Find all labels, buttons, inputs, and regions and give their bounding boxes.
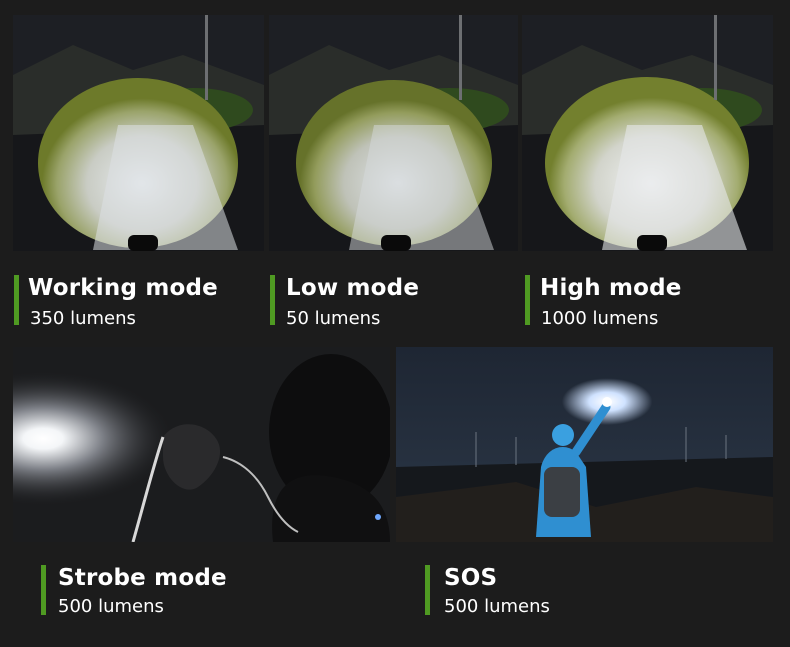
strobe-mode-caption: Strobe mode 500 lumens <box>41 565 301 617</box>
working-mode-caption: Working mode 350 lumens <box>14 275 254 329</box>
mode-lumens: 350 lumens <box>30 308 136 329</box>
sos-caption: SOS 500 lumens <box>425 565 685 617</box>
accent-bar <box>425 565 430 615</box>
mode-lumens: 50 lumens <box>286 308 381 329</box>
strobe-mode-photo <box>13 347 390 542</box>
mode-title: Strobe mode <box>58 565 227 591</box>
mode-lumens: 1000 lumens <box>541 308 659 329</box>
low-mode-photo <box>269 15 518 251</box>
mode-title: Working mode <box>28 275 218 301</box>
accent-bar <box>14 275 19 325</box>
low-mode-caption: Low mode 50 lumens <box>270 275 510 329</box>
accent-bar <box>525 275 530 325</box>
mode-lumens: 500 lumens <box>58 596 164 617</box>
mode-lumens: 500 lumens <box>444 596 550 617</box>
accent-bar <box>270 275 275 325</box>
high-mode-caption: High mode 1000 lumens <box>525 275 765 329</box>
working-mode-photo <box>13 15 264 251</box>
sos-photo <box>396 347 773 542</box>
high-mode-photo <box>522 15 773 251</box>
mode-title: SOS <box>444 565 498 591</box>
mode-title: Low mode <box>286 275 420 301</box>
accent-bar <box>41 565 46 615</box>
mode-title: High mode <box>540 275 682 301</box>
